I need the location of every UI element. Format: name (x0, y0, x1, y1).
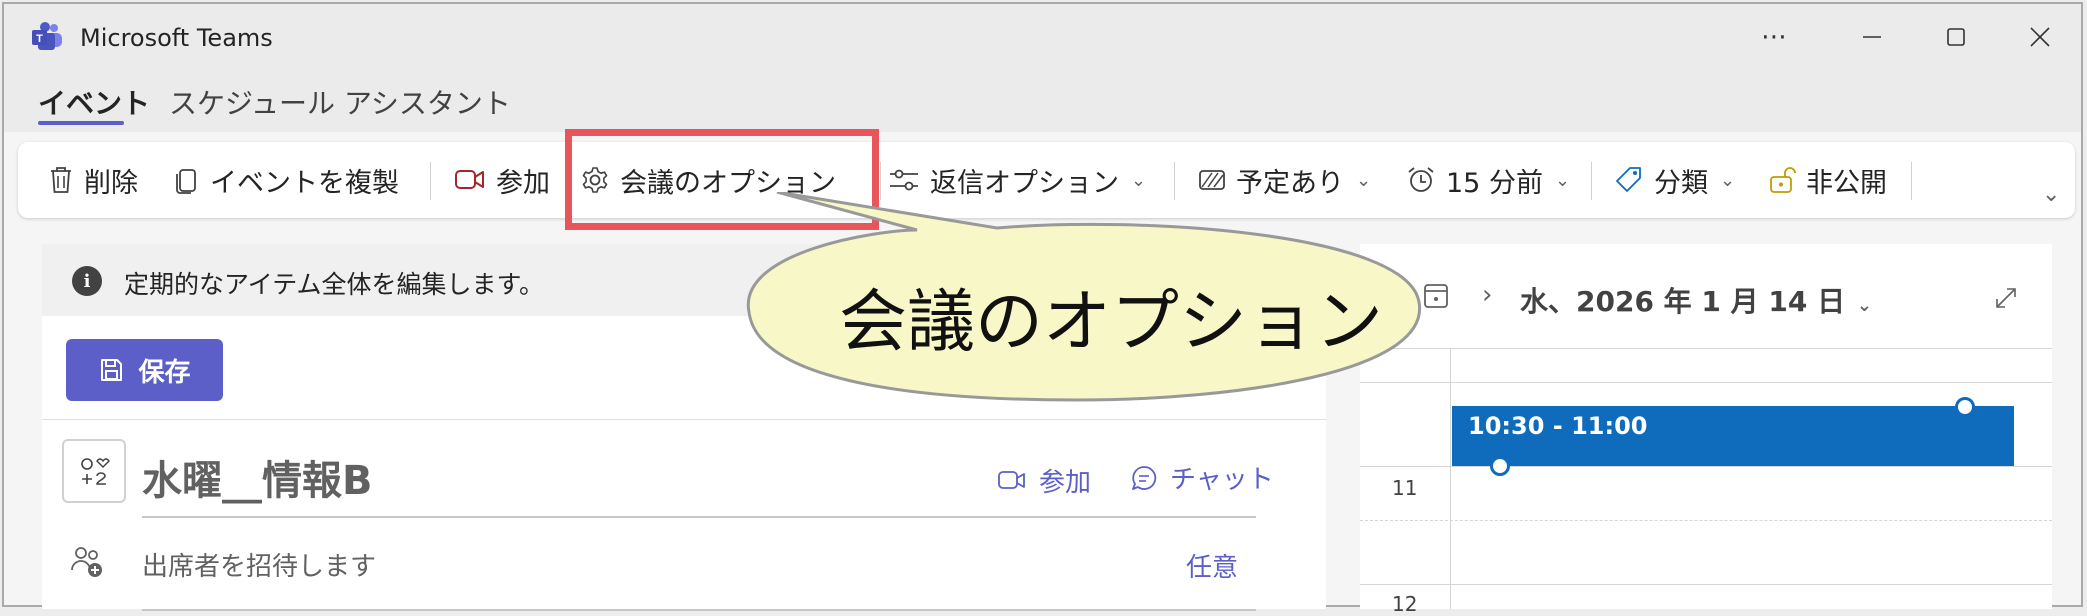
add-title-icon-button[interactable] (62, 439, 126, 503)
duplicate-event-label: イベントを複製 (210, 167, 399, 199)
video-camera-icon (455, 170, 484, 189)
divider (42, 419, 1327, 420)
alarm-clock-icon (1408, 167, 1434, 192)
svg-text:T: T (36, 33, 43, 45)
minimize-button[interactable] (1842, 16, 1902, 58)
grid-line (1360, 584, 2052, 585)
video-camera-icon (998, 470, 1025, 489)
close-button[interactable] (2010, 16, 2070, 58)
toolbar-separator (1911, 162, 1912, 200)
chevron-down-icon: ⌄ (1856, 295, 1872, 316)
grid-line (1360, 348, 2052, 349)
event-block[interactable]: 10:30 - 11:00 (1452, 406, 2014, 466)
more-options-button[interactable]: ⋯ (1744, 16, 1804, 58)
minimize-icon (1863, 36, 1881, 38)
expand-icon[interactable] (1994, 286, 2018, 310)
chevron-down-icon: ⌄ (1554, 169, 1571, 191)
calendar-date-label: 水、2026 年 1 月 14 日 (1520, 285, 1846, 318)
copy-icon (176, 169, 196, 194)
maximize-button[interactable] (1926, 16, 1986, 58)
join-label: 参加 (496, 167, 550, 199)
attendees-input[interactable]: 出席者を招待します (142, 546, 376, 583)
tab-scheduling-assistant[interactable]: スケジュール アシスタント (169, 82, 511, 122)
teams-window: T Microsoft Teams ⋯ イベント スケジュール アシスタント 削… (2, 2, 2083, 616)
tag-icon (1616, 167, 1641, 192)
resize-handle-bottom[interactable] (1490, 456, 1510, 476)
optional-attendees-link[interactable]: 任意 (1186, 547, 1238, 584)
toolbar-separator (430, 162, 431, 200)
callout-text: 会議のオプション (839, 283, 1384, 362)
category-dropdown[interactable]: 分類 ⌄ (1614, 142, 1735, 218)
chevron-right-icon[interactable]: › (1482, 280, 1492, 310)
app-title: Microsoft Teams (80, 24, 273, 52)
day-calendar: › 水、2026 年 1 月 14 日 ⌄ 11 12 10:30 - 11:0… (1360, 244, 2052, 616)
chevron-down-icon: ⌄ (2042, 181, 2061, 207)
time-column-divider (1450, 348, 1451, 609)
toolbar-separator (1591, 162, 1592, 200)
title-underline (142, 516, 1256, 518)
sliders-icon (890, 169, 918, 191)
private-label: 非公開 (1806, 167, 1887, 199)
event-time-label: 10:30 - 11:00 (1468, 412, 1648, 440)
shapes-icon (81, 458, 110, 485)
save-button[interactable]: 保存 (66, 339, 223, 401)
calendar-date-picker[interactable]: 水、2026 年 1 月 14 日 ⌄ (1520, 280, 1872, 320)
hour-label: 11 (1392, 476, 1418, 500)
chevron-down-icon: ⌄ (1720, 169, 1736, 191)
reminder-label: 15 分前 (1446, 167, 1543, 199)
teams-logo-icon: T (32, 22, 62, 50)
resize-handle-top[interactable] (1955, 397, 1975, 417)
maximize-icon (1947, 28, 1965, 46)
grid-line (1360, 382, 2052, 383)
meeting-join-label: 参加 (1039, 468, 1092, 498)
save-icon (101, 359, 123, 381)
meeting-chat-label: チャット (1170, 465, 1274, 495)
unlock-icon (1770, 167, 1796, 193)
private-toggle[interactable]: 非公開 (1768, 142, 1887, 218)
trash-icon (51, 167, 71, 193)
info-message: 定期的なアイテム全体を編集します。 (124, 270, 545, 299)
more-horizontal-icon: ⋯ (1761, 22, 1787, 52)
title-bar: T Microsoft Teams ⋯ (4, 4, 2081, 70)
join-button[interactable]: 参加 (454, 142, 550, 218)
grid-half-hour-line (1360, 520, 2052, 521)
meeting-join-button[interactable]: 参加 (997, 462, 1091, 499)
delete-button[interactable]: 削除 (48, 142, 138, 218)
tab-event[interactable]: イベント (38, 82, 150, 122)
event-title-input[interactable]: 水曜__情報B (142, 448, 373, 506)
hour-label: 12 (1392, 592, 1418, 616)
category-label: 分類 (1654, 167, 1708, 199)
save-label: 保存 (138, 357, 191, 388)
add-people-icon (71, 547, 102, 577)
chevron-down-icon: ⌄ (1131, 169, 1147, 191)
duplicate-event-button[interactable]: イベントを複製 (174, 142, 399, 218)
chat-icon (1132, 465, 1157, 490)
grid-line (1360, 466, 2052, 467)
toolbar-overflow-button[interactable]: ⌄ (2040, 156, 2060, 232)
delete-label: 削除 (84, 167, 138, 199)
busy-status-icon (1199, 170, 1225, 190)
active-tab-indicator (38, 121, 124, 125)
info-icon: i (72, 266, 102, 296)
meeting-chat-button[interactable]: チャット (1130, 459, 1274, 496)
close-icon (2030, 27, 2050, 47)
chevron-down-icon: ⌄ (1356, 169, 1372, 191)
tab-bar: イベント スケジュール アシスタント (4, 70, 2081, 132)
